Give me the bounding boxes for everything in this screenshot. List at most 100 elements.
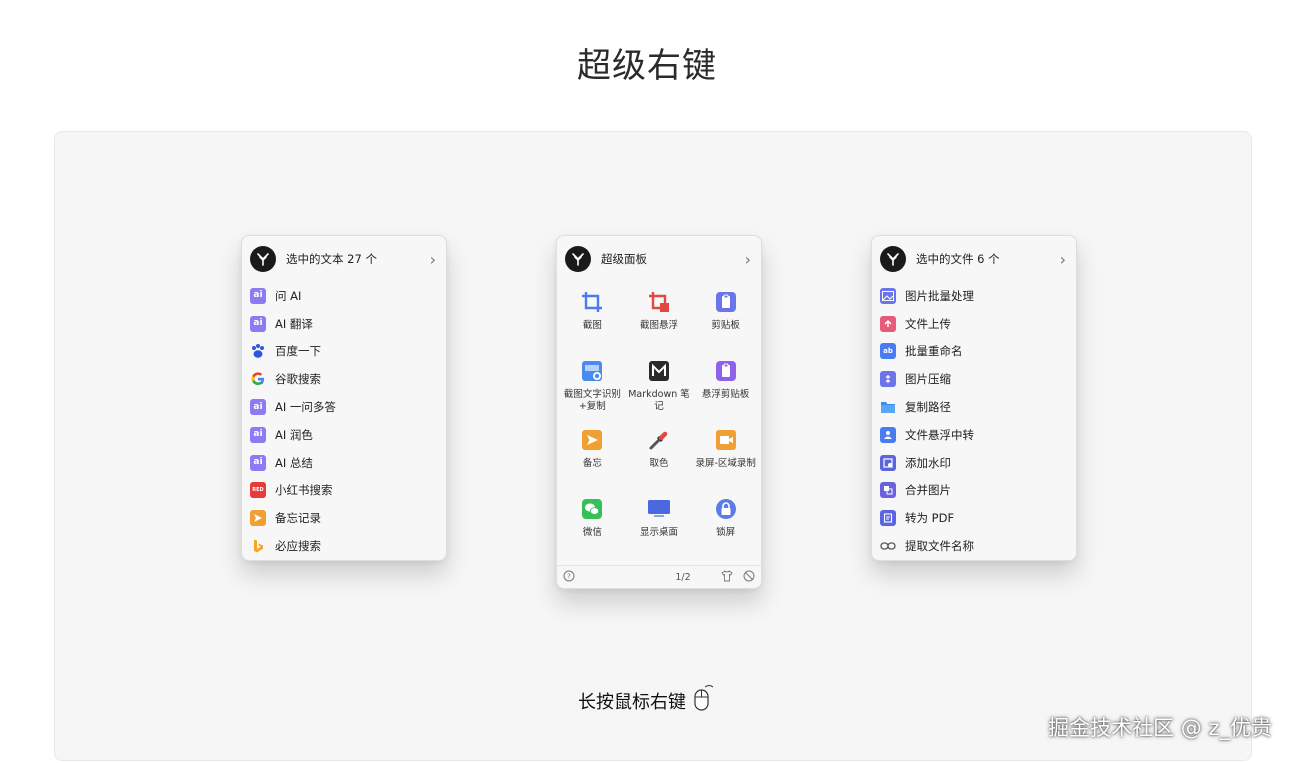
disable-icon[interactable] <box>743 570 755 585</box>
mouse-right-click-icon <box>692 684 714 717</box>
file-context-panel: 选中的文件 6 个 › 图片批量处理 文件上传 ab 批量重命名 图片压缩 复制… <box>871 235 1077 561</box>
list-item-merge-images[interactable]: 合并图片 <box>872 477 1076 505</box>
list-item-bing[interactable]: 必应搜索 <box>242 532 446 560</box>
help-icon[interactable]: ? <box>563 570 575 585</box>
item-label: 小红书搜索 <box>275 483 333 498</box>
chevron-right-icon[interactable]: › <box>745 250 751 269</box>
ai-icon: ai <box>250 454 266 471</box>
crop-float-icon <box>647 290 671 314</box>
list-item-file-transfer[interactable]: 文件悬浮中转 <box>872 421 1076 449</box>
list-item-batch-rename[interactable]: ab 批量重命名 <box>872 338 1076 366</box>
page-indicator: 1/2 <box>675 571 691 583</box>
item-label: 提取文件名称 <box>905 539 974 554</box>
list-item-ask-ai[interactable]: ai 问 AI <box>242 282 446 310</box>
grid-item-label: 截图悬浮 <box>639 320 678 331</box>
list-item-baidu[interactable]: 百度一下 <box>242 338 446 366</box>
item-label: 图片压缩 <box>905 372 951 387</box>
grid-item-label: 取色 <box>649 458 669 469</box>
clipboard-icon <box>714 290 738 314</box>
grid-item-screen-record[interactable]: 录屏-区域录制 <box>692 424 759 493</box>
ai-icon: ai <box>250 426 266 443</box>
list-item-memo[interactable]: 备忘记录 <box>242 504 446 532</box>
grid-item-label: 录屏-区域录制 <box>695 458 756 469</box>
xiaohongshu-icon: RED <box>250 482 266 499</box>
grid-item-clipboard[interactable]: 剪贴板 <box>692 286 759 355</box>
list-item-ai-multi-answer[interactable]: ai AI 一问多答 <box>242 393 446 421</box>
grid-item-color-picker[interactable]: 取色 <box>626 424 693 493</box>
memo-icon <box>250 510 266 527</box>
item-label: 文件悬浮中转 <box>905 427 974 442</box>
memo-icon <box>580 428 604 452</box>
shirt-icon[interactable] <box>721 569 733 585</box>
upload-icon <box>880 315 896 332</box>
hint-text: 长按鼠标右键 <box>578 691 686 713</box>
grid-item-memo[interactable]: 备忘 <box>559 424 626 493</box>
grid-item-screenshot-float[interactable]: 截图悬浮 <box>626 286 693 355</box>
lock-icon <box>714 497 738 521</box>
item-label: 谷歌搜索 <box>275 372 321 387</box>
list-item-copy-path[interactable]: 复制路径 <box>872 393 1076 421</box>
transfer-icon <box>880 426 896 443</box>
grid-item-screenshot[interactable]: 截图 <box>559 286 626 355</box>
baidu-icon <box>250 343 266 359</box>
list-item-extract-filenames[interactable]: 提取文件名称 <box>872 532 1076 560</box>
grid-item-label: 剪贴板 <box>711 320 740 331</box>
record-icon <box>714 428 738 452</box>
watermark: 掘金技术社区 @ z_优贵 <box>1048 716 1272 740</box>
super-panel-header[interactable]: 超级面板 › <box>557 236 761 282</box>
item-label: 文件上传 <box>905 316 951 331</box>
chevron-right-icon[interactable]: › <box>430 250 436 269</box>
list-item-to-pdf[interactable]: 转为 PDF <box>872 504 1076 532</box>
list-item-file-upload[interactable]: 文件上传 <box>872 310 1076 338</box>
rename-icon: ab <box>880 343 896 360</box>
eyedropper-icon <box>647 428 671 452</box>
file-panel-title: 选中的文件 6 个 <box>916 252 1000 266</box>
item-label: 复制路径 <box>905 400 951 415</box>
app-logo-icon <box>250 246 276 272</box>
super-panel: 超级面板 › 截图 截图悬浮 剪贴板 截图文字识别+复制 Markdown 笔记… <box>556 235 762 589</box>
ai-icon: ai <box>250 287 266 304</box>
grid-item-ocr[interactable]: 截图文字识别+复制 <box>559 355 626 424</box>
grid-item-label: Markdown 笔记 <box>628 389 690 412</box>
grid-item-label: 悬浮剪贴板 <box>701 389 750 400</box>
grid-item-label: 备忘 <box>582 458 602 469</box>
item-label: 图片批量处理 <box>905 288 974 303</box>
grid-item-markdown[interactable]: Markdown 笔记 <box>626 355 693 424</box>
grid-item-label: 锁屏 <box>716 527 736 538</box>
page-title: 超级右键 <box>577 46 717 86</box>
ai-icon: ai <box>250 315 266 332</box>
markdown-icon <box>647 359 671 383</box>
grid-item-show-desktop[interactable]: 显示桌面 <box>626 493 693 562</box>
list-item-xiaohongshu[interactable]: RED 小红书搜索 <box>242 477 446 505</box>
grid-item-float-clipboard[interactable]: 悬浮剪贴板 <box>692 355 759 424</box>
list-item-ai-summary[interactable]: ai AI 总结 <box>242 449 446 477</box>
item-label: 合并图片 <box>905 483 951 498</box>
app-logo-icon <box>565 246 591 272</box>
app-logo-icon <box>880 246 906 272</box>
item-label: 添加水印 <box>905 455 951 470</box>
item-label: 转为 PDF <box>905 511 955 526</box>
demo-stage: 选中的文本 27 个 › ai 问 AI ai AI 翻译 百度一下 谷歌搜索 … <box>54 131 1252 761</box>
list-item-ai-translate[interactable]: ai AI 翻译 <box>242 310 446 338</box>
list-item-google[interactable]: 谷歌搜索 <box>242 365 446 393</box>
grid-item-label: 截图文字识别+复制 <box>563 389 621 412</box>
text-panel-header[interactable]: 选中的文本 27 个 › <box>242 236 446 282</box>
compress-icon <box>880 371 896 388</box>
text-context-panel: 选中的文本 27 个 › ai 问 AI ai AI 翻译 百度一下 谷歌搜索 … <box>241 235 447 561</box>
item-label: 必应搜索 <box>275 539 321 554</box>
item-label: 批量重命名 <box>905 344 963 359</box>
list-item-image-compress[interactable]: 图片压缩 <box>872 365 1076 393</box>
grid-item-lock-screen[interactable]: 锁屏 <box>692 493 759 562</box>
merge-icon <box>880 482 896 499</box>
ocr-icon <box>580 359 604 383</box>
chevron-right-icon[interactable]: › <box>1060 250 1066 269</box>
grid-item-wechat[interactable]: 微信 <box>559 493 626 562</box>
file-panel-header[interactable]: 选中的文件 6 个 › <box>872 236 1076 282</box>
bing-icon <box>250 538 266 554</box>
grid-item-label: 显示桌面 <box>639 527 678 538</box>
wechat-icon <box>580 497 604 521</box>
image-batch-icon <box>880 287 896 304</box>
list-item-ai-polish[interactable]: ai AI 润色 <box>242 421 446 449</box>
list-item-add-watermark[interactable]: 添加水印 <box>872 449 1076 477</box>
list-item-image-batch[interactable]: 图片批量处理 <box>872 282 1076 310</box>
